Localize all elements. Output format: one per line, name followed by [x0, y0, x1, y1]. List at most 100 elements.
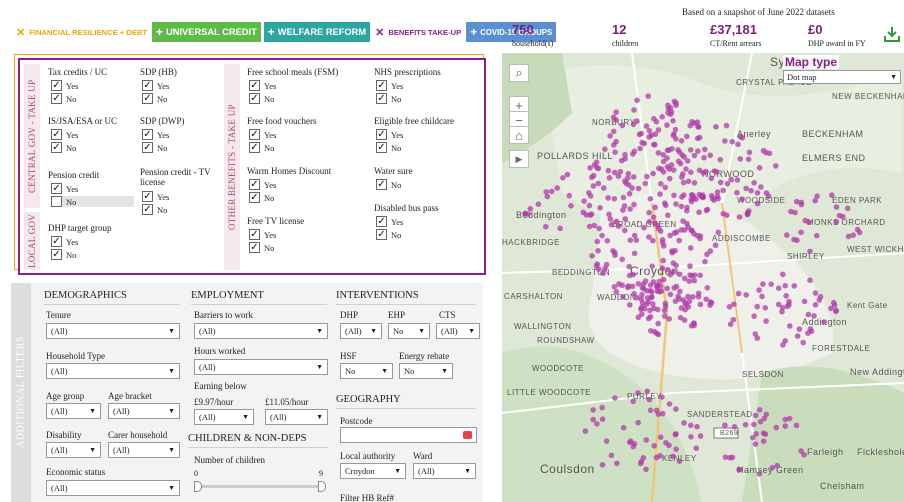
- household-dot[interactable]: [717, 179, 724, 186]
- household-dot[interactable]: [672, 298, 679, 304]
- household-dot[interactable]: [779, 304, 786, 311]
- home-button[interactable]: ⌂: [509, 126, 529, 144]
- household-dot[interactable]: [697, 433, 704, 439]
- tv-license-no[interactable]: ✓ No: [249, 242, 274, 253]
- household-dot[interactable]: [678, 227, 685, 233]
- household-dot[interactable]: [643, 466, 649, 473]
- map-type-select[interactable]: Dot map ▼: [783, 70, 901, 84]
- household-dot[interactable]: [702, 258, 708, 265]
- checkbox[interactable]: ✓: [142, 93, 153, 104]
- household-dot[interactable]: [662, 300, 669, 307]
- household-dot[interactable]: [736, 214, 743, 220]
- household-dot[interactable]: [612, 395, 618, 401]
- barriers-select[interactable]: (All) ▼: [194, 323, 328, 339]
- household-dot[interactable]: [760, 430, 767, 437]
- household-dot[interactable]: [635, 281, 642, 287]
- household-dot[interactable]: [723, 122, 730, 129]
- household-dot[interactable]: [691, 180, 698, 186]
- ehp-select[interactable]: No ▼: [388, 323, 430, 339]
- household-dot[interactable]: [748, 187, 754, 194]
- household-dot[interactable]: [647, 407, 654, 414]
- household-dot[interactable]: [707, 152, 714, 159]
- household-dot[interactable]: [586, 223, 593, 230]
- household-dot[interactable]: [656, 165, 662, 172]
- household-dot[interactable]: [854, 226, 861, 233]
- household-dot[interactable]: [830, 299, 837, 306]
- household-dot[interactable]: [641, 224, 647, 231]
- household-dot[interactable]: [590, 183, 597, 189]
- household-dot[interactable]: [701, 154, 707, 161]
- household-dot[interactable]: [807, 277, 813, 283]
- household-dot[interactable]: [812, 290, 819, 296]
- household-dot[interactable]: [627, 237, 634, 243]
- household-dot[interactable]: [659, 394, 665, 400]
- household-dot[interactable]: [699, 193, 705, 199]
- household-dot[interactable]: [610, 128, 617, 135]
- checkbox[interactable]: ✓: [376, 142, 387, 153]
- household-dot[interactable]: [635, 185, 642, 192]
- checkbox[interactable]: ✓: [51, 93, 62, 104]
- household-dot[interactable]: [586, 202, 593, 209]
- household-dot[interactable]: [594, 238, 601, 245]
- household-dot[interactable]: [582, 428, 589, 434]
- household-dot[interactable]: [659, 114, 665, 120]
- checkbox[interactable]: ✓: [376, 179, 387, 190]
- pension-tv-no[interactable]: ✓ No: [142, 204, 167, 215]
- household-dot[interactable]: [673, 283, 680, 290]
- household-dot[interactable]: [639, 284, 646, 291]
- household-dot[interactable]: [671, 98, 678, 105]
- household-dot[interactable]: [666, 401, 673, 407]
- household-dot[interactable]: [548, 188, 555, 195]
- clear-icon[interactable]: [463, 431, 472, 439]
- household-dot[interactable]: [670, 118, 676, 124]
- household-dot[interactable]: [687, 263, 693, 269]
- children-slider-track[interactable]: [196, 485, 324, 488]
- household-dot[interactable]: [812, 302, 819, 308]
- tab-benefits-take-up[interactable]: ✕ BENEFITS TAKE-UP: [373, 22, 463, 42]
- household-dot[interactable]: [665, 212, 671, 218]
- household-dot[interactable]: [697, 301, 704, 308]
- postcode-input[interactable]: [340, 427, 477, 443]
- household-dot[interactable]: [608, 452, 615, 459]
- download-icon[interactable]: [884, 26, 900, 42]
- household-dot[interactable]: [697, 233, 704, 239]
- household-dot[interactable]: [800, 339, 806, 346]
- household-dot[interactable]: [683, 166, 689, 172]
- household-dot[interactable]: [676, 271, 683, 278]
- household-dot[interactable]: [762, 305, 769, 311]
- household-dot[interactable]: [727, 454, 733, 461]
- household-dot[interactable]: [685, 178, 692, 185]
- household-dot[interactable]: [793, 422, 800, 429]
- tax-credits-no[interactable]: ✓ No: [51, 93, 76, 104]
- household-dot[interactable]: [752, 412, 759, 419]
- household-dot[interactable]: [651, 443, 657, 449]
- household-dot[interactable]: [671, 131, 677, 137]
- household-dot[interactable]: [614, 460, 620, 467]
- food-vouchers-no[interactable]: ✓ No: [249, 142, 274, 153]
- household-dot[interactable]: [626, 263, 632, 270]
- checkbox[interactable]: ✓: [376, 229, 387, 240]
- household-dot[interactable]: [704, 206, 711, 213]
- is-jsa-yes[interactable]: ✓ Yes: [51, 129, 78, 140]
- household-dot[interactable]: [608, 221, 615, 228]
- household-dot[interactable]: [634, 97, 640, 104]
- household-dot[interactable]: [775, 285, 782, 291]
- checkbox[interactable]: ✓: [376, 93, 387, 104]
- household-dot[interactable]: [630, 174, 637, 180]
- close-icon[interactable]: ✕: [16, 26, 25, 39]
- household-dot[interactable]: [754, 200, 761, 207]
- household-dot[interactable]: [798, 201, 805, 208]
- household-dot[interactable]: [590, 416, 596, 423]
- household-dot[interactable]: [610, 114, 617, 120]
- household-dot[interactable]: [645, 93, 651, 99]
- fsm-yes[interactable]: ✓ Yes: [249, 80, 276, 91]
- children-slider-min-handle[interactable]: [194, 481, 202, 492]
- household-dot[interactable]: [745, 156, 752, 163]
- checkbox[interactable]: ✓: [142, 80, 153, 91]
- household-dot[interactable]: [720, 187, 726, 194]
- household-dot[interactable]: [607, 133, 613, 139]
- map-canvas[interactable]: SydenhamCRYSTAL PALACENEW BECKENHAMNORBU…: [502, 53, 904, 502]
- childcare-no[interactable]: ✓ No: [376, 142, 401, 153]
- household-dot[interactable]: [671, 192, 677, 199]
- household-dot[interactable]: [707, 248, 714, 254]
